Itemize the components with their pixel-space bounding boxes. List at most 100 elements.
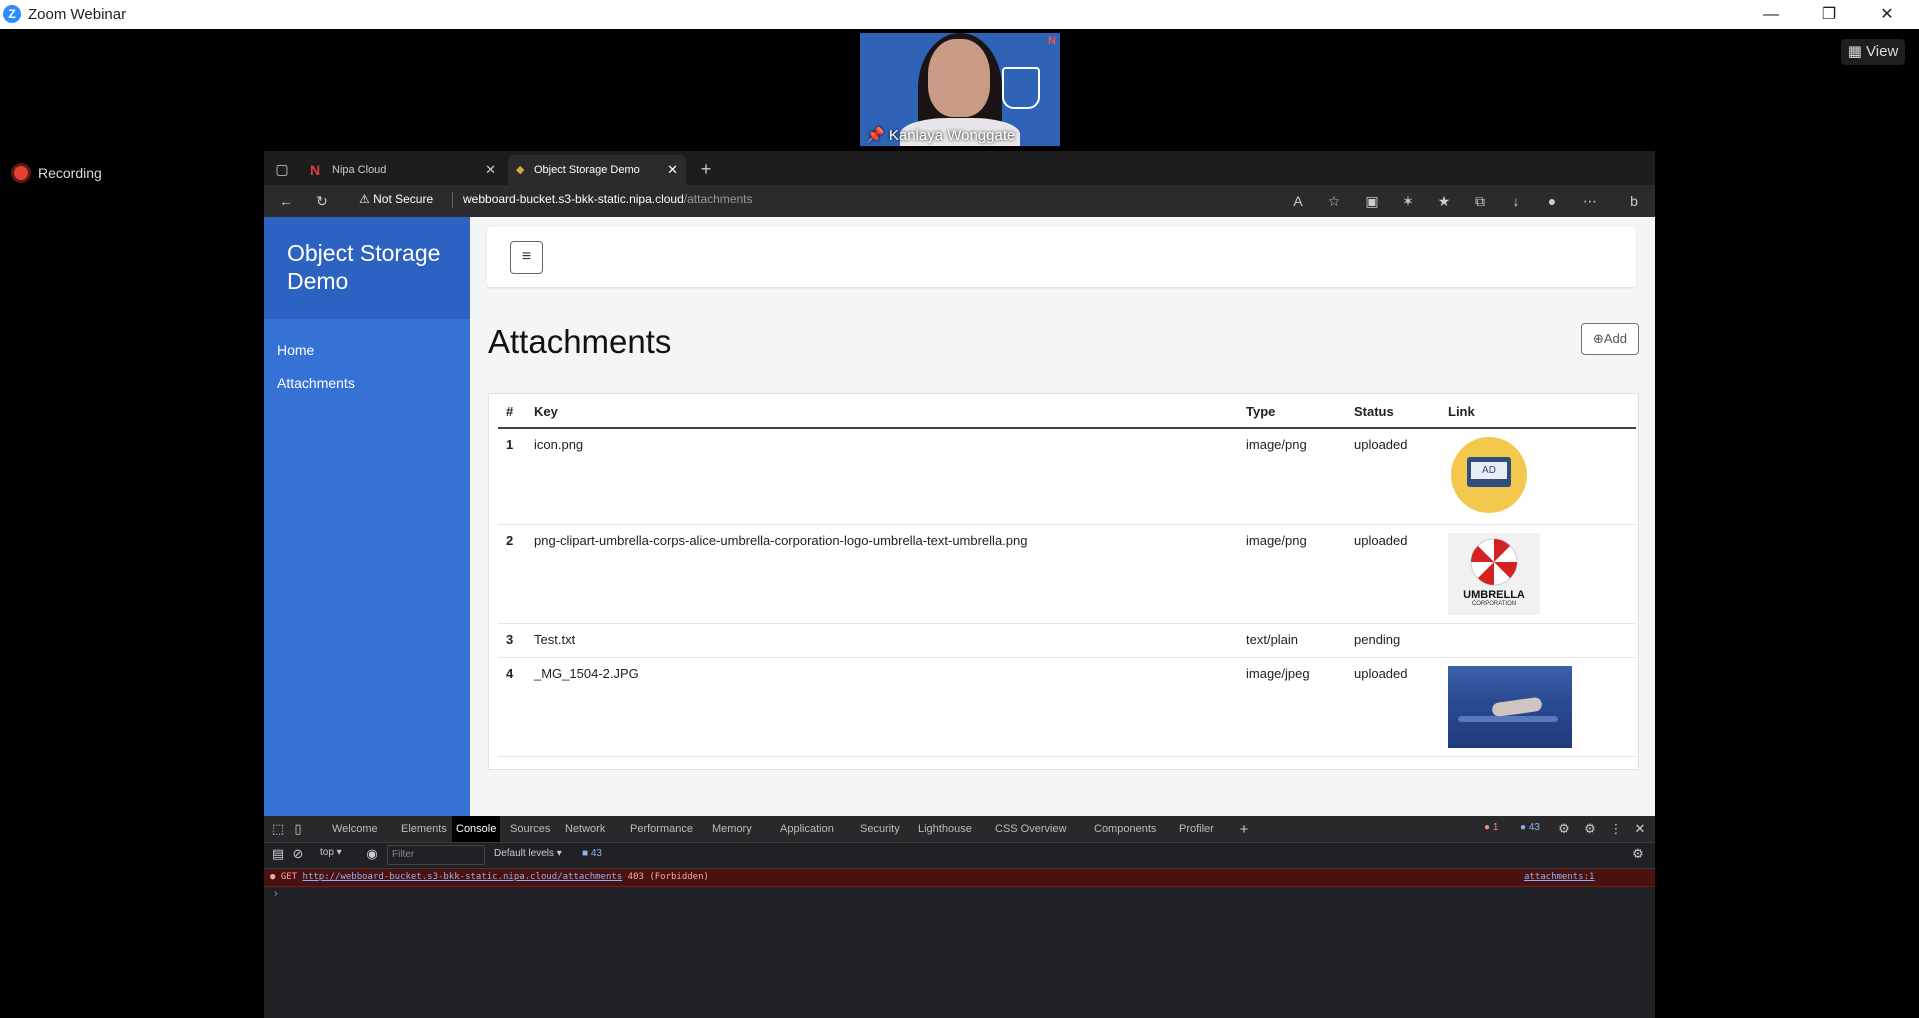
- recording-indicator[interactable]: Recording: [14, 165, 102, 181]
- participant-video-tile[interactable]: N 📌 Kanlaya Wonggate: [860, 33, 1060, 146]
- console-prompt[interactable]: ›: [274, 888, 278, 900]
- console-error-message: ● GET http://webboard-bucket.s3-bkk-stat…: [264, 869, 1655, 887]
- attachments-table: # Key Type Status Link 1 icon.png image/…: [498, 394, 1636, 757]
- info-count-badge[interactable]: ● 43: [1520, 822, 1540, 833]
- console-settings-icon[interactable]: ⚙: [1630, 846, 1646, 862]
- collections-icon[interactable]: ⧉: [1470, 191, 1490, 211]
- brand-title[interactable]: Object Storage Demo: [287, 239, 457, 295]
- close-tab-icon[interactable]: ✕: [667, 155, 678, 185]
- tab-actions-icon[interactable]: ▢: [272, 159, 292, 179]
- devtools-tab-elements[interactable]: Elements: [397, 816, 451, 842]
- devtools-tab-security[interactable]: Security: [856, 816, 904, 842]
- devtools-tab-application[interactable]: Application: [776, 816, 838, 842]
- row-key: _MG_1504-2.JPG: [526, 657, 1238, 757]
- devtools-tab-sources[interactable]: Sources: [506, 816, 554, 842]
- devtools-tab-profiler[interactable]: Profiler: [1175, 816, 1218, 842]
- tab-nipa-cloud[interactable]: N Nipa Cloud ✕: [304, 155, 504, 185]
- participant-face: [928, 39, 990, 117]
- web-page: Object Storage Demo Home Attachments ≡ A…: [264, 217, 1655, 816]
- umbrella-logo-image[interactable]: UMBRELLA CORPORATION: [1448, 532, 1540, 615]
- new-tab-icon[interactable]: +: [696, 159, 716, 179]
- inspect-icon[interactable]: ⬚: [270, 821, 286, 837]
- menu-toggle-button[interactable]: ≡: [510, 241, 543, 274]
- refresh-icon[interactable]: ↻: [312, 191, 332, 211]
- favorite-add-icon[interactable]: ☆: [1324, 191, 1344, 211]
- extensions-icon[interactable]: ✶: [1398, 191, 1418, 211]
- monitor-shape: AD: [1467, 457, 1511, 487]
- customize-icon[interactable]: ⚙: [1556, 821, 1572, 837]
- device-toolbar-icon[interactable]: ▯: [290, 821, 306, 837]
- minimize-icon[interactable]: —: [1748, 0, 1794, 29]
- ad-monitor-image[interactable]: AD: [1451, 437, 1527, 513]
- row-key: Test.txt: [526, 623, 1238, 658]
- filter-input[interactable]: Filter: [387, 845, 485, 865]
- table-row: 1 icon.png image/png uploaded AD: [498, 428, 1636, 525]
- context-select[interactable]: top ▾: [320, 847, 342, 858]
- more-options-icon[interactable]: ⋮: [1608, 821, 1624, 837]
- issues-badge[interactable]: ■ 43: [582, 848, 602, 859]
- tab-label: Object Storage Demo: [534, 164, 640, 176]
- close-tab-icon[interactable]: ✕: [485, 155, 496, 185]
- favorites-icon[interactable]: ★: [1434, 191, 1454, 211]
- ad-label: AD: [1471, 462, 1507, 479]
- console-toolbar: ▤ ⊘ top ▾ ◉ Filter Default levels ▾ ■ 43…: [264, 842, 1655, 869]
- devtools-tab-lighthouse[interactable]: Lighthouse: [914, 816, 976, 842]
- warning-icon: ⚠: [359, 192, 370, 206]
- nipa-n-icon: N: [310, 162, 321, 178]
- wave-shape: [1458, 715, 1558, 722]
- more-icon[interactable]: ⋯: [1580, 191, 1600, 211]
- column-header: Status: [1346, 394, 1440, 429]
- log-levels-select[interactable]: Default levels ▾: [494, 848, 562, 859]
- tab-object-storage-demo[interactable]: ◆ Object Storage Demo ✕: [508, 155, 686, 185]
- devtools-tab-memory[interactable]: Memory: [708, 816, 756, 842]
- tab-label: Nipa Cloud: [332, 164, 387, 176]
- more-tabs-icon[interactable]: +: [1236, 821, 1252, 838]
- add-button[interactable]: ⊕Add: [1581, 323, 1639, 355]
- sidebar-toggle-icon[interactable]: ▤: [270, 846, 286, 862]
- column-header: Link: [1440, 394, 1636, 429]
- row-status: uploaded: [1346, 657, 1440, 757]
- error-url-link[interactable]: http://webboard-bucket.s3-bkk-static.nip…: [303, 872, 623, 882]
- sidebar-item-home[interactable]: Home: [277, 342, 314, 358]
- devtools-tab-performance[interactable]: Performance: [626, 816, 697, 842]
- back-icon[interactable]: ←: [276, 191, 296, 211]
- close-icon[interactable]: ✕: [1864, 0, 1910, 29]
- profile-avatar-icon[interactable]: ●: [1542, 191, 1562, 211]
- close-devtools-icon[interactable]: ✕: [1632, 821, 1648, 837]
- swimmer-shape: [1491, 696, 1543, 717]
- view-button[interactable]: ▦ View: [1841, 39, 1905, 65]
- row-link: [1440, 623, 1636, 658]
- row-number: 3: [498, 623, 526, 658]
- umbrella-subtext: CORPORATION: [1471, 600, 1517, 607]
- devtools-tab-components[interactable]: Components: [1090, 816, 1160, 842]
- devtools-tab-welcome[interactable]: Welcome: [328, 816, 382, 842]
- umbrella-logo-icon: [1470, 538, 1518, 585]
- devtools-tab-console[interactable]: Console: [452, 816, 501, 842]
- table-header-row: # Key Type Status Link: [498, 394, 1636, 429]
- url-field[interactable]: webboard-bucket.s3-bkk-static.nipa.cloud…: [463, 192, 752, 206]
- row-number: 4: [498, 657, 526, 757]
- clear-console-icon[interactable]: ⊘: [290, 846, 306, 862]
- menu-icon: ≡: [521, 248, 532, 265]
- row-type: text/plain: [1238, 623, 1346, 658]
- security-indicator[interactable]: ⚠ Not Secure: [359, 192, 433, 206]
- error-source-link[interactable]: attachments:1: [1524, 869, 1594, 886]
- restore-icon[interactable]: ❐: [1806, 0, 1852, 29]
- download-icon[interactable]: ↓: [1506, 191, 1526, 211]
- row-type: image/jpeg: [1238, 657, 1346, 757]
- devtools-tab-network[interactable]: Network: [561, 816, 609, 842]
- read-aloud-icon[interactable]: A: [1288, 191, 1308, 211]
- split-screen-icon[interactable]: ▣: [1362, 191, 1382, 211]
- settings-icon[interactable]: ⚙: [1582, 821, 1598, 837]
- error-count-badge[interactable]: ● 1: [1484, 822, 1498, 833]
- sidebar-item-attachments[interactable]: Attachments: [277, 375, 355, 391]
- devtools-tab-css-overview[interactable]: CSS Overview: [991, 816, 1071, 842]
- shield-favicon-icon: ◆: [516, 164, 525, 176]
- grid-icon: ▦: [1847, 43, 1862, 60]
- brand: Object Storage Demo: [264, 217, 470, 319]
- eye-icon[interactable]: ◉: [364, 846, 380, 862]
- swimmer-photo-image[interactable]: [1448, 665, 1572, 748]
- top-navbar: ≡: [487, 227, 1636, 287]
- row-link: [1440, 657, 1636, 757]
- bing-icon[interactable]: b: [1624, 191, 1644, 211]
